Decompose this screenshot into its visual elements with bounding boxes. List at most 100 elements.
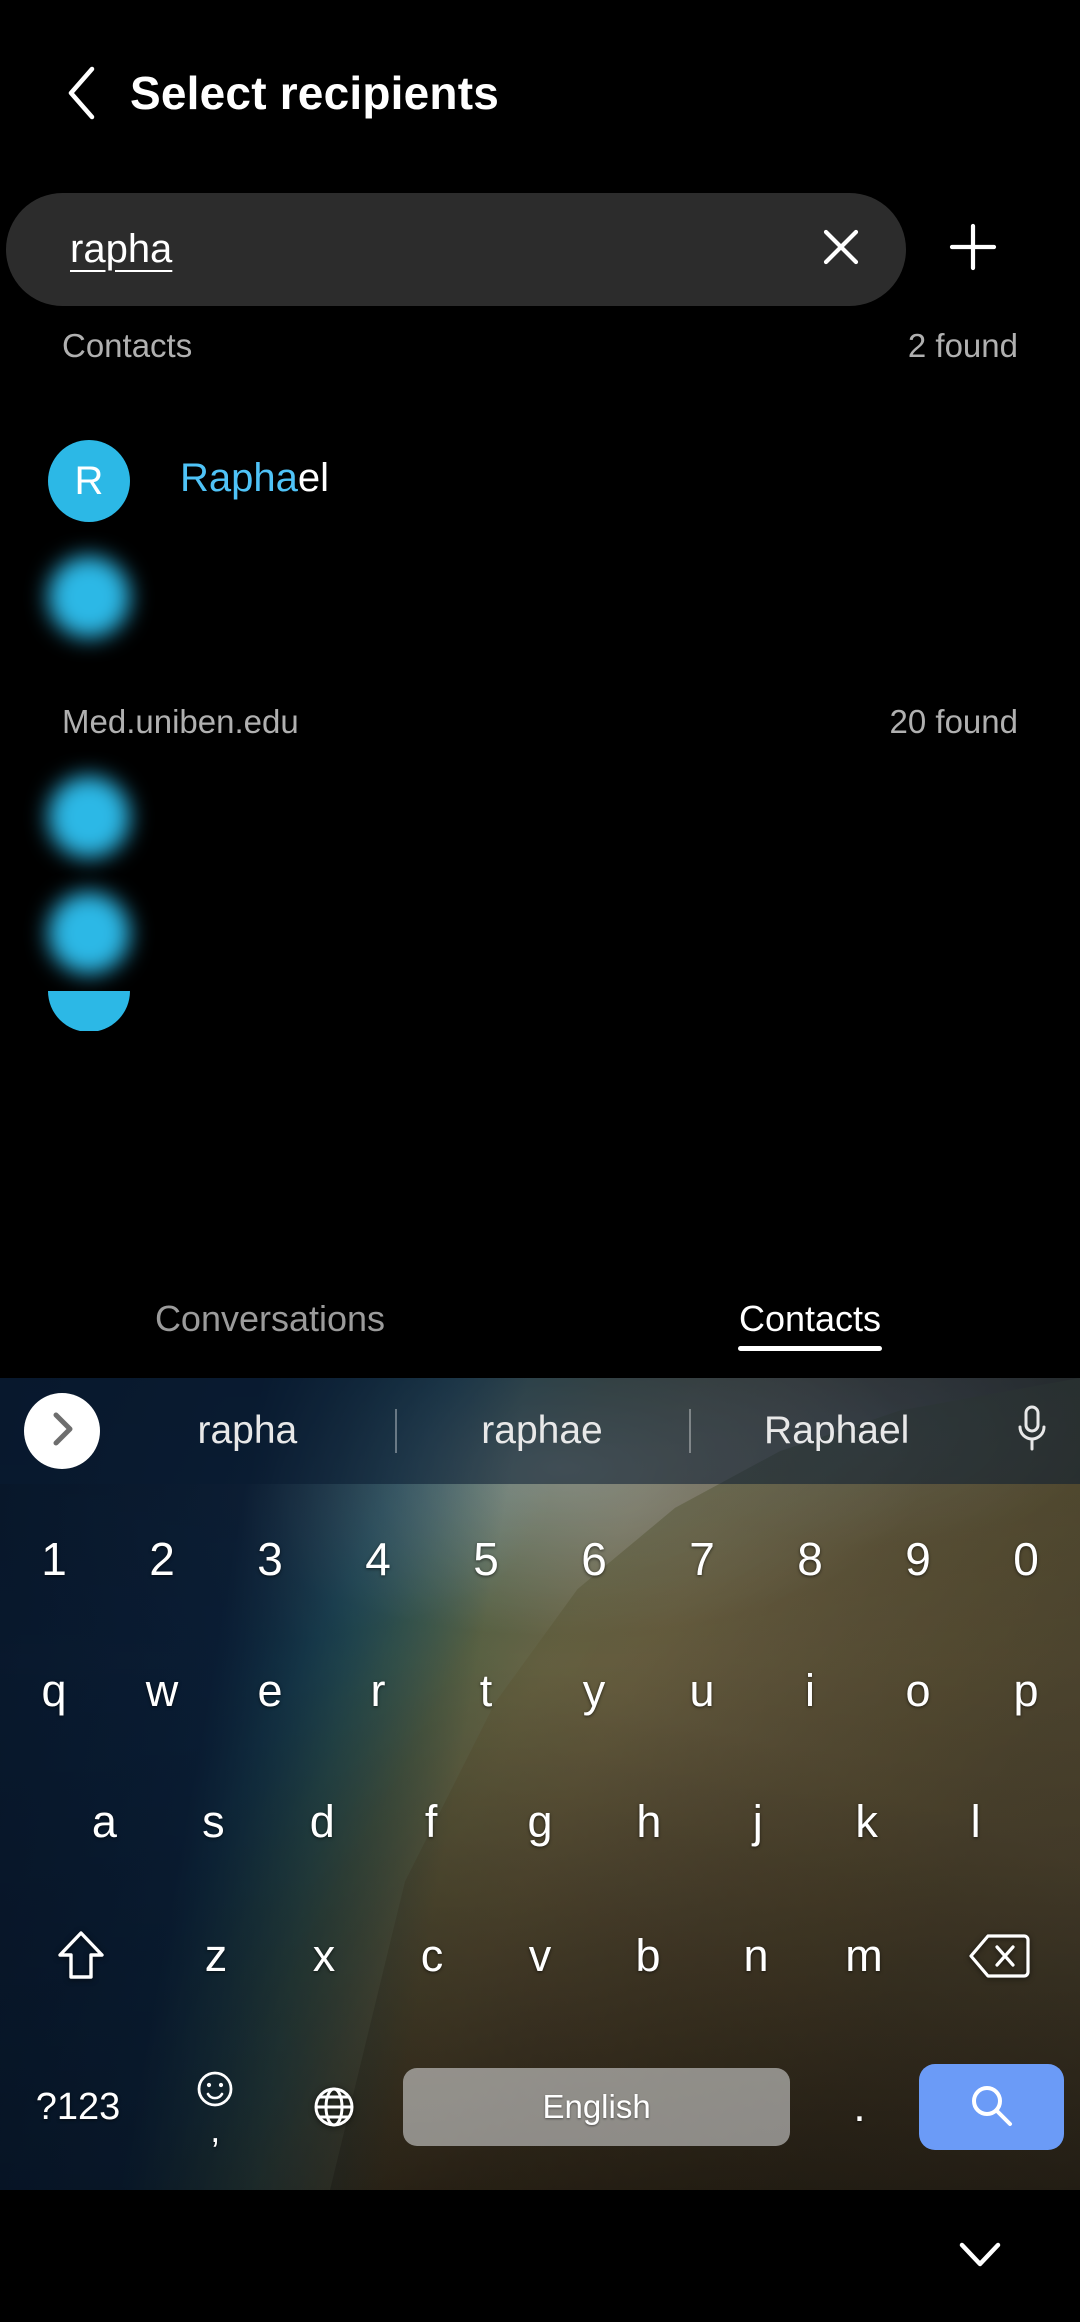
app-bar: Select recipients (0, 0, 1080, 185)
key-g[interactable]: g (486, 1756, 595, 1887)
expand-suggestions-button[interactable] (24, 1393, 100, 1469)
key-p[interactable]: p (972, 1625, 1080, 1756)
key-2[interactable]: 2 (108, 1492, 216, 1625)
avatar: R (48, 440, 130, 522)
search-input[interactable]: rapha (6, 192, 906, 306)
keyboard-row-top: q w e r t y u i o p (0, 1625, 1080, 1756)
clear-search-button[interactable] (806, 214, 876, 284)
key-v[interactable]: v (486, 1888, 594, 2025)
back-button[interactable] (52, 63, 112, 123)
key-m[interactable]: m (810, 1888, 918, 2025)
key-x[interactable]: x (270, 1888, 378, 2025)
key-1[interactable]: 1 (0, 1492, 108, 1625)
plus-icon (944, 218, 1002, 281)
key-l[interactable]: l (921, 1756, 1030, 1887)
key-r[interactable]: r (324, 1625, 432, 1756)
recipient-results-list[interactable]: Contacts 2 found R Raphael Med.uniben.ed… (0, 309, 1080, 1270)
keyboard-row-functions: ?123 , English . (0, 2025, 1080, 2190)
key-e[interactable]: e (216, 1625, 324, 1756)
shift-key[interactable] (0, 1888, 162, 2025)
key-8[interactable]: 8 (756, 1492, 864, 1625)
list-item[interactable] (0, 991, 1080, 1031)
list-item[interactable] (0, 759, 1080, 875)
tab-underline (738, 1345, 882, 1351)
voice-input-button[interactable] (984, 1383, 1080, 1479)
key-j[interactable]: j (703, 1756, 812, 1887)
keyboard-row-home: a s d f g h j k l (0, 1756, 1080, 1887)
chevron-right-icon (45, 1409, 79, 1454)
key-q[interactable]: q (0, 1625, 108, 1756)
list-item[interactable] (0, 875, 1080, 991)
symbols-key[interactable]: ?123 (0, 2025, 156, 2190)
key-i[interactable]: i (756, 1625, 864, 1756)
contact-name-rest: el (297, 456, 330, 501)
key-d[interactable]: d (268, 1756, 377, 1887)
comma-label: , (210, 2109, 221, 2151)
search-row: rapha (0, 189, 1080, 309)
list-item[interactable] (0, 539, 1080, 655)
key-y[interactable]: y (540, 1625, 648, 1756)
key-z[interactable]: z (162, 1888, 270, 2025)
key-k[interactable]: k (812, 1756, 921, 1887)
list-item[interactable]: R Raphael (0, 423, 1080, 539)
space-key[interactable]: English (402, 2068, 791, 2147)
backspace-key[interactable] (918, 1888, 1080, 2025)
key-b[interactable]: b (594, 1888, 702, 2025)
key-5[interactable]: 5 (432, 1492, 540, 1625)
key-h[interactable]: h (594, 1756, 703, 1887)
key-4[interactable]: 4 (324, 1492, 432, 1625)
backspace-icon (968, 1932, 1030, 1980)
hide-keyboard-button[interactable] (940, 2216, 1020, 2296)
key-6[interactable]: 6 (540, 1492, 648, 1625)
key-n[interactable]: n (702, 1888, 810, 2025)
suggestion-item[interactable]: raphae (395, 1409, 690, 1453)
chevron-down-icon (956, 2237, 1004, 2276)
suggestion-bar: rapha raphae Raphael (0, 1378, 1080, 1484)
close-icon (816, 222, 866, 277)
period-key[interactable]: . (800, 2025, 918, 2190)
key-w[interactable]: w (108, 1625, 216, 1756)
microphone-icon (1012, 1403, 1052, 1460)
keyboard-keys: 1 2 3 4 5 6 7 8 9 0 q w e r t y u i o p … (0, 1484, 1080, 2190)
key-t[interactable]: t (432, 1625, 540, 1756)
globe-icon (310, 2083, 358, 2131)
key-7[interactable]: 7 (648, 1492, 756, 1625)
key-c[interactable]: c (378, 1888, 486, 2025)
tab-underline (198, 1346, 342, 1351)
tab-bar: Conversations Contacts (0, 1270, 1080, 1378)
tab-label: Contacts (738, 1297, 882, 1339)
emoji-stack: , (195, 2069, 235, 2151)
suggestion-list: rapha raphae Raphael (100, 1378, 984, 1484)
section-header-directory: Med.uniben.edu 20 found (0, 685, 1080, 759)
key-9[interactable]: 9 (864, 1492, 972, 1625)
contact-info: Raphael (180, 455, 329, 506)
keyboard-row-bottom-letters: z x c v b n m (0, 1888, 1080, 2025)
key-3[interactable]: 3 (216, 1492, 324, 1625)
tab-contacts[interactable]: Contacts (540, 1270, 1080, 1378)
key-0[interactable]: 0 (972, 1492, 1080, 1625)
on-screen-keyboard[interactable]: rapha raphae Raphael 1 2 3 4 5 6 7 8 9 0… (0, 1378, 1080, 2190)
suggestion-item[interactable]: Raphael (689, 1409, 984, 1453)
language-switch-key[interactable] (274, 2025, 392, 2190)
emoji-key[interactable]: , (156, 2025, 274, 2190)
key-o[interactable]: o (864, 1625, 972, 1756)
keyboard-row-numbers: 1 2 3 4 5 6 7 8 9 0 (0, 1492, 1080, 1625)
chevron-left-icon (62, 64, 102, 122)
key-a[interactable]: a (50, 1756, 159, 1887)
contact-name: Raphael (180, 455, 329, 502)
key-s[interactable]: s (159, 1756, 268, 1887)
avatar (48, 776, 130, 858)
section-title: Med.uniben.edu (62, 703, 299, 740)
search-input-value: rapha (70, 226, 173, 271)
shift-icon (56, 1927, 106, 1985)
suggestion-item[interactable]: rapha (100, 1409, 395, 1453)
tab-conversations[interactable]: Conversations (0, 1270, 540, 1378)
search-enter-key[interactable] (918, 2064, 1064, 2151)
key-f[interactable]: f (377, 1756, 486, 1887)
navigation-bar (0, 2190, 1080, 2322)
page-title: Select recipients (130, 66, 500, 119)
add-recipient-button[interactable] (918, 194, 1028, 304)
key-u[interactable]: u (648, 1625, 756, 1756)
